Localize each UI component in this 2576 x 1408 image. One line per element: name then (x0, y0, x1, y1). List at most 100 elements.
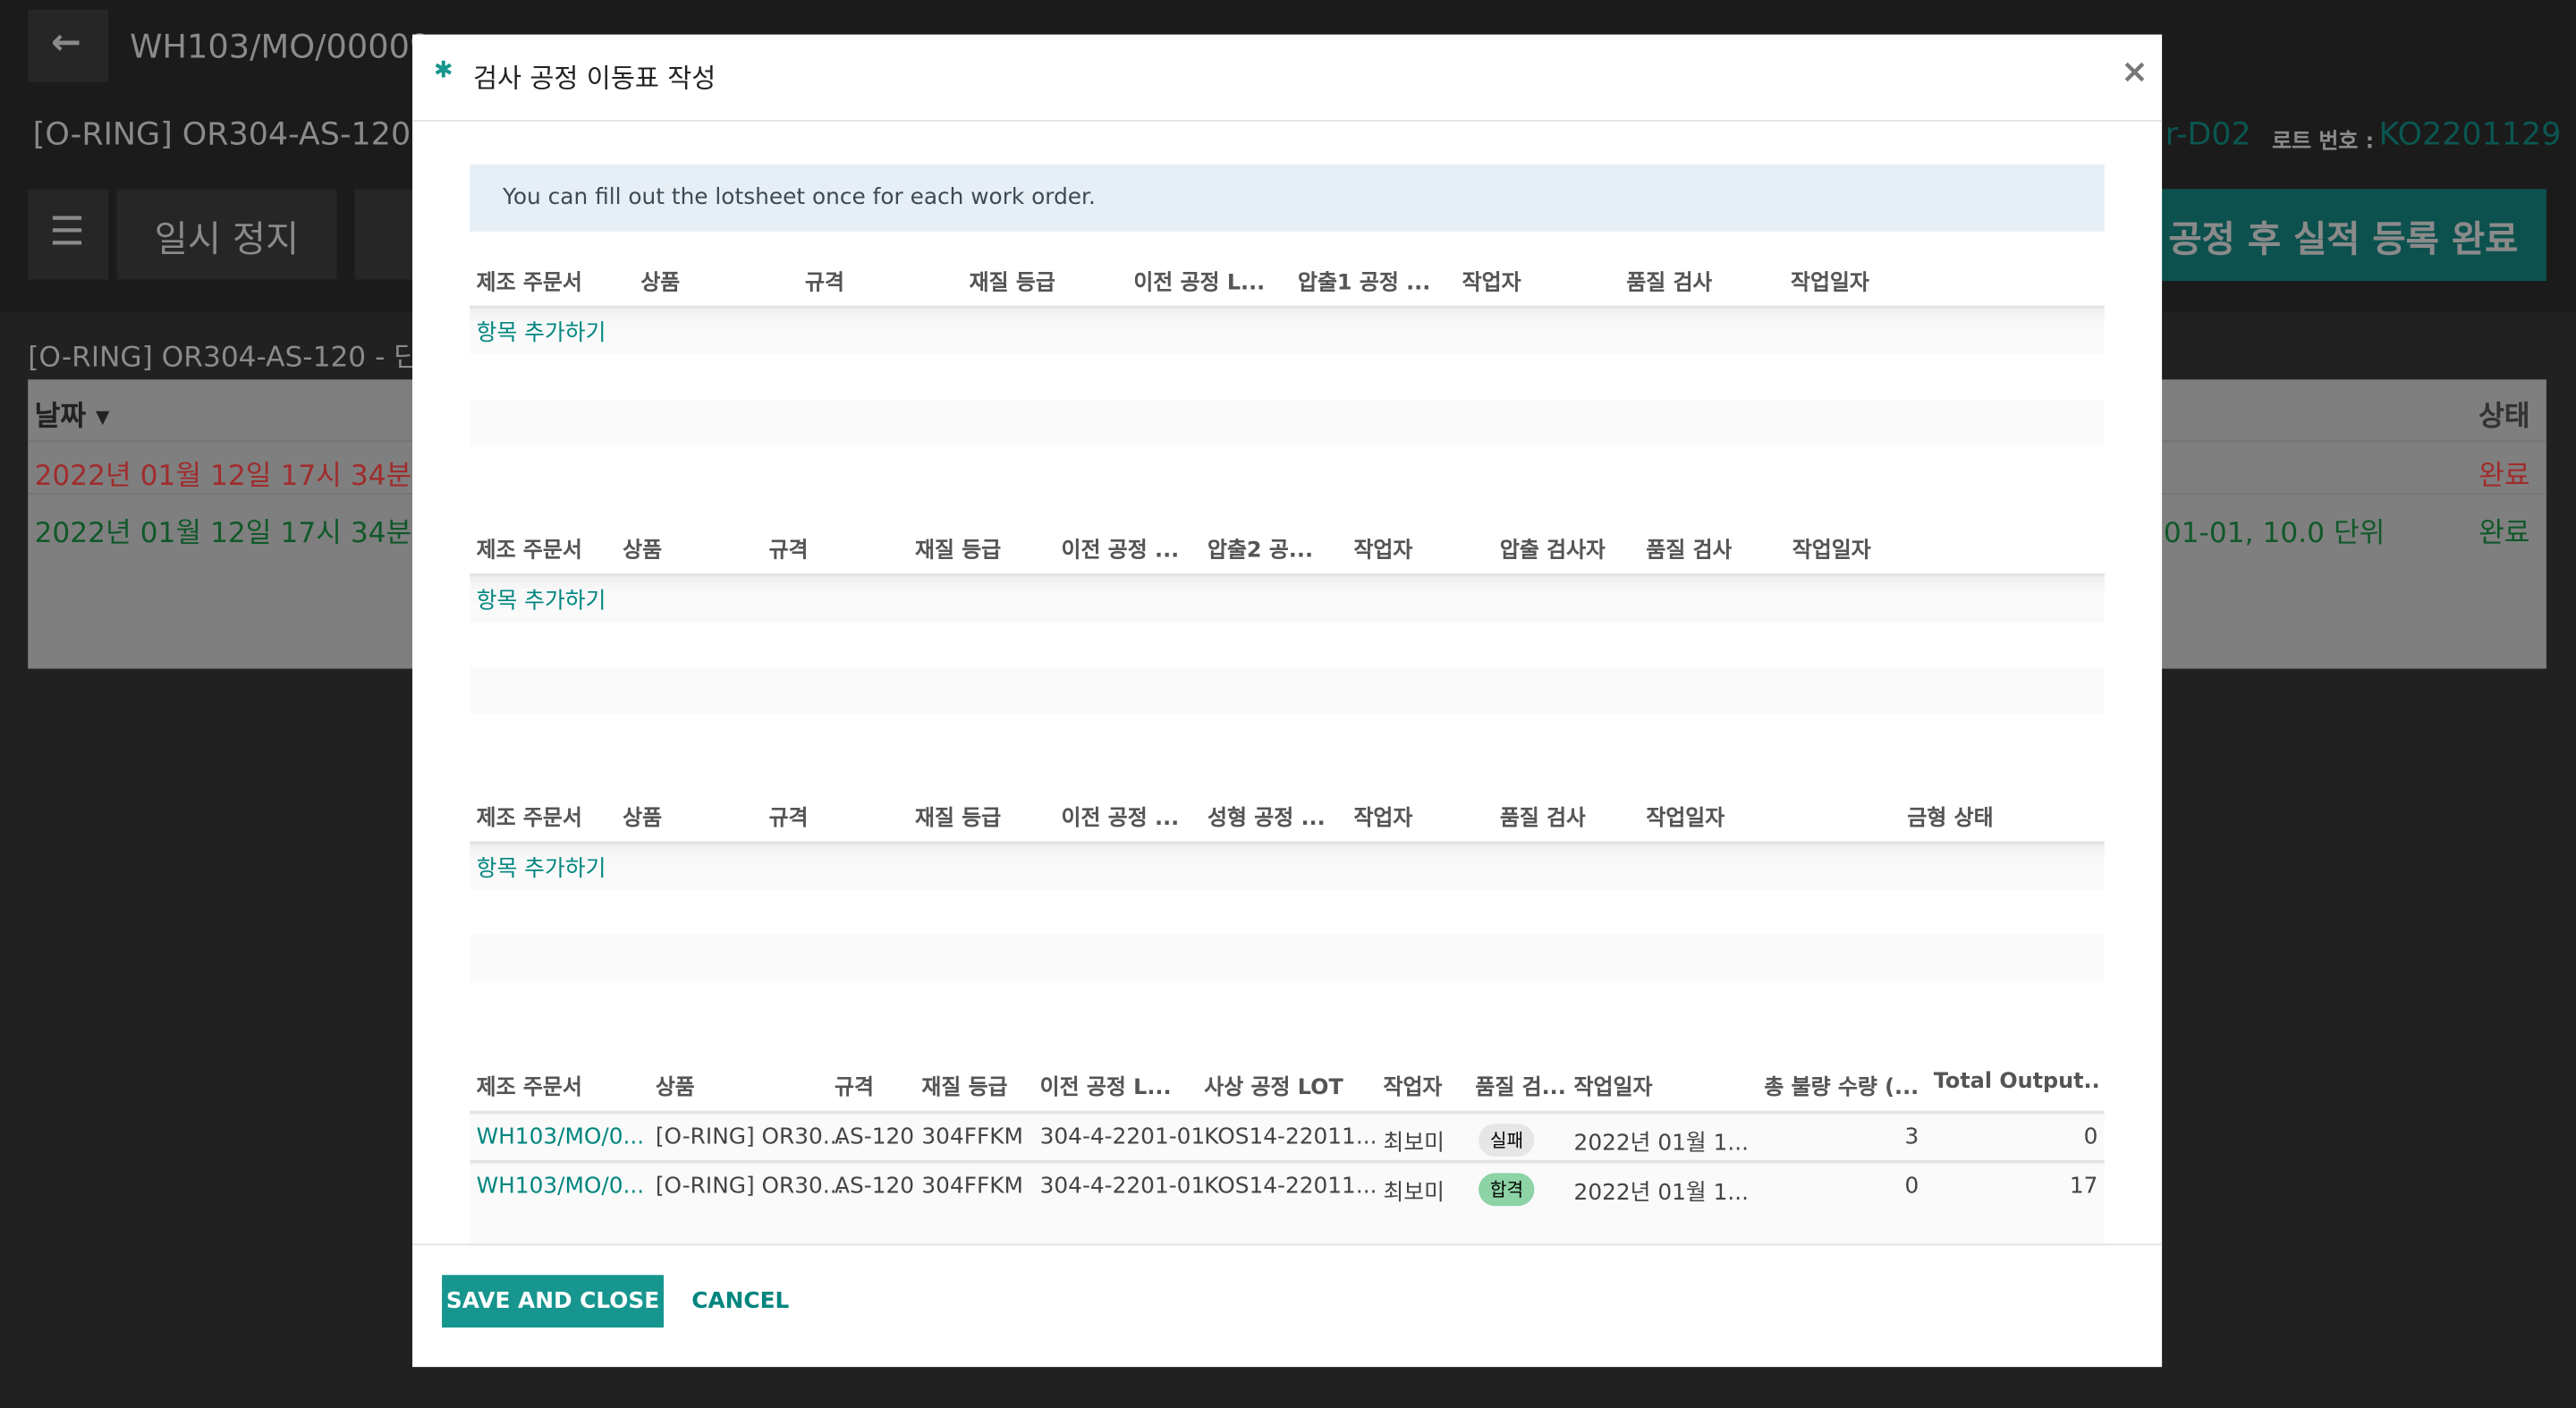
column-header[interactable]: 총 불량 수량 (... (1764, 1070, 1919, 1101)
cell: [O-RING] OR30... (655, 1173, 844, 1200)
row-date: 2022년 01월 12일 17시 34분 49 (34, 460, 456, 494)
arrow-left-icon: ← (50, 22, 81, 64)
back-button[interactable]: ← (28, 10, 109, 82)
col-status: 상태 (2479, 401, 2530, 434)
table-row[interactable]: WH103/MO/0... [O-RING] OR30... AS-120 304FF… (470, 1110, 2105, 1164)
column-header[interactable]: 이전 공정 ... (1062, 800, 1180, 832)
column-header[interactable]: 품질 검사 (1646, 532, 1732, 564)
cell: KOS14-22011... (1204, 1173, 1377, 1200)
column-header[interactable]: 상품 (623, 800, 662, 832)
cell: 2022년 01월 1... (1573, 1179, 1750, 1207)
column-header[interactable]: Total Output... (1934, 1070, 2098, 1095)
column-header[interactable]: 금형 상태 (1907, 800, 1993, 832)
dialog-title: 검사 공정 이동표 작성 (472, 62, 716, 94)
cancel-button[interactable]: CANCEL (691, 1275, 789, 1327)
cell: 304FFKM (921, 1173, 1023, 1200)
lot-value: KO2201129 (2378, 116, 2562, 153)
cell: AS-120 (835, 1173, 915, 1200)
alert-text: You can fill out the lotsheet once for e… (503, 183, 1096, 211)
column-header[interactable]: 사상 공정 LOT (1204, 1070, 1343, 1101)
add-line-row: 항목 추가하기 (470, 573, 2105, 623)
dialog-header: ✱ 검사 공정 이동표 작성 × (412, 35, 2163, 122)
cell: 최보미 (1383, 1179, 1445, 1207)
column-header[interactable]: 상품 (640, 265, 680, 296)
cell: 304FFKM (921, 1124, 1023, 1150)
column-header[interactable]: 작업자 (1353, 800, 1412, 832)
column-header[interactable]: 품질 검사 (1500, 800, 1586, 832)
empty-row (470, 666, 2105, 714)
cell: 2022년 01월 1... (1573, 1130, 1750, 1158)
page-title: WH103/MO/00009- (130, 26, 443, 66)
column-header[interactable]: 규격 (769, 532, 809, 564)
cell: 17 (2069, 1173, 2098, 1200)
column-header[interactable]: 제조 주문서 (477, 532, 582, 564)
column-header[interactable]: 상품 (623, 532, 662, 564)
column-header[interactable]: 규격 (769, 800, 809, 832)
add-line-link[interactable]: 항목 추가하기 (477, 850, 606, 882)
dialog-footer: SAVE AND CLOSE CANCEL (412, 1243, 2163, 1369)
mo-link[interactable]: WH103/MO/0... (477, 1124, 645, 1149)
quality-badge: 실패 (1479, 1124, 1535, 1158)
workcenter: r-D02 (2165, 116, 2251, 153)
complete-button[interactable]: 공정 후 실적 등록 완료 (2119, 189, 2546, 282)
menu-button[interactable]: ☰ (28, 189, 109, 280)
cell: [O-RING] OR30... (655, 1124, 844, 1150)
column-header[interactable]: 성형 공정 ... (1208, 800, 1326, 832)
column-header[interactable]: 제조 주문서 (477, 265, 582, 296)
column-header[interactable]: 상품 (656, 1070, 695, 1101)
add-line-link[interactable]: 항목 추가하기 (477, 581, 606, 615)
column-header[interactable]: 압출1 공정 ... (1298, 265, 1430, 296)
column-header[interactable]: 이전 공정 L... (1040, 1070, 1172, 1101)
save-and-close-button[interactable]: SAVE AND CLOSE (442, 1275, 665, 1328)
column-header[interactable]: 재질 등급 (915, 800, 1001, 832)
column-header[interactable]: 규격 (805, 265, 844, 296)
cell: KOS14-22011... (1204, 1124, 1377, 1150)
cell: 최보미 (1383, 1130, 1445, 1158)
lotsheet-dialog: ✱ 검사 공정 이동표 작성 × You can fill out the lo… (412, 34, 2163, 1369)
cell: 0 (2083, 1124, 2098, 1150)
cell: 304-4-2201-01 (1039, 1124, 1206, 1150)
cell: 0 (1904, 1173, 1919, 1200)
cell: 304-4-2201-01 (1039, 1173, 1206, 1200)
column-header[interactable]: 작업자 (1384, 1070, 1443, 1101)
column-header[interactable]: 재질 등급 (970, 265, 1055, 296)
add-line-link[interactable]: 항목 추가하기 (477, 314, 606, 346)
col-date[interactable]: 날짜 ▾ (35, 393, 110, 434)
section-title: [O-RING] OR304-AS-120 - 단위 (28, 342, 445, 375)
column-header[interactable]: 작업자 (1462, 265, 1521, 296)
quality-badge: 합격 (1479, 1173, 1535, 1207)
column-header[interactable]: 압출 검사자 (1500, 532, 1606, 564)
column-header[interactable]: 품질 검사 (1626, 265, 1712, 296)
info-alert: You can fill out the lotsheet once for e… (470, 164, 2105, 232)
column-header[interactable]: 품질 검... (1475, 1070, 1565, 1101)
pause-button[interactable]: 일시 정지 (116, 189, 337, 280)
column-header[interactable]: 이전 공정 ... (1062, 532, 1180, 564)
cell: 3 (1904, 1124, 1919, 1150)
column-header[interactable]: 작업일자 (1791, 265, 1869, 296)
table-row[interactable]: WH103/MO/0... [O-RING] OR30... AS-120 304FF… (470, 1159, 2105, 1213)
column-header[interactable]: 이전 공정 L... (1133, 265, 1265, 296)
column-header[interactable]: 재질 등급 (915, 532, 1001, 564)
product-line: [O-RING] OR304-AS-120: 20 (32, 116, 471, 153)
add-line-row: 항목 추가하기 (470, 841, 2105, 891)
column-header[interactable]: 작업일자 (1792, 532, 1871, 564)
column-header[interactable]: 규격 (835, 1070, 874, 1101)
row-detail: 01-01, 10.0 단위 (2163, 517, 2385, 551)
add-line-row: 항목 추가하기 (470, 305, 2105, 355)
row-status: 완료 (2479, 517, 2530, 551)
column-header[interactable]: 작업일자 (1574, 1070, 1653, 1101)
column-header[interactable]: 제조 주문서 (477, 1070, 582, 1101)
column-header[interactable]: 작업자 (1353, 532, 1412, 564)
close-icon[interactable]: × (2121, 51, 2148, 90)
empty-row (470, 935, 2105, 981)
mo-link[interactable]: WH103/MO/0... (477, 1173, 645, 1199)
column-header[interactable]: 재질 등급 (921, 1070, 1007, 1101)
column-header[interactable]: 제조 주문서 (477, 800, 582, 832)
empty-row (470, 399, 2105, 445)
column-header[interactable]: 작업일자 (1646, 800, 1724, 832)
hamburger-icon: ☰ (49, 208, 85, 255)
bug-icon: ✱ (433, 57, 453, 84)
pause-label: 일시 정지 (154, 220, 300, 262)
page: ← WH103/MO/00009- [O-RING] OR304-AS-120:… (0, 0, 2576, 1408)
column-header[interactable]: 압출2 공... (1208, 532, 1313, 564)
